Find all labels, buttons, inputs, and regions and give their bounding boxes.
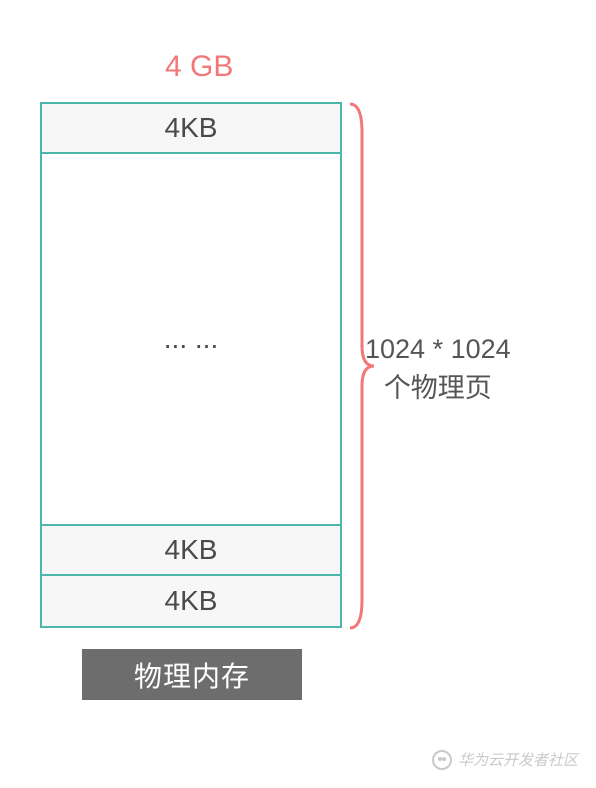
memory-total-title: 4 GB [165,50,233,84]
brace-label-line2: 个物理页 [384,373,492,403]
page-cell-2: 4KB [42,526,340,576]
watermark: 华为云开发者社区 [432,749,578,770]
page-cell-3: 4KB [42,576,340,626]
brace-label-line1: 1024 * 1024 [365,334,511,364]
watermark-icon [432,750,452,770]
memory-stack: 4KB ... ... 4KB 4KB [40,102,342,628]
watermark-text: 华为云开发者社区 [458,749,578,770]
page-cell-top: 4KB [42,104,340,154]
memory-label: 物理内存 [82,649,302,700]
brace-label: 1024 * 1024 个物理页 [365,330,511,408]
page-cell-ellipsis: ... ... [42,154,340,526]
